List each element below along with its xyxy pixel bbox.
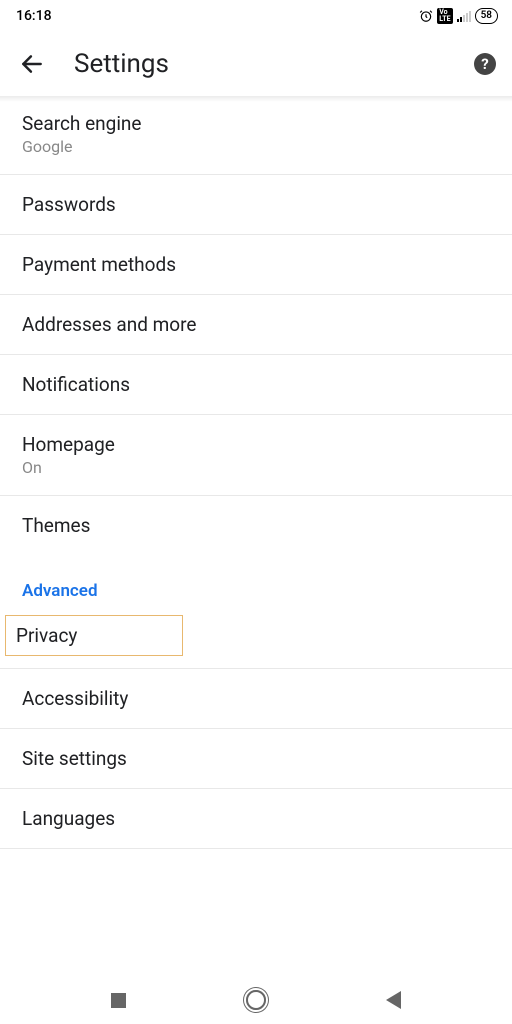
settings-list: Search engine Google Passwords Payment m… (0, 96, 512, 976)
recent-apps-button[interactable] (99, 980, 139, 1020)
system-nav-bar (0, 976, 512, 1024)
item-title: Accessibility (22, 687, 490, 710)
question-mark-icon: ? (481, 55, 488, 73)
volte-icon: VoLTE (437, 8, 452, 24)
status-indicators: VoLTE 58 (419, 8, 498, 24)
item-title: Payment methods (22, 253, 490, 276)
list-item-notifications[interactable]: Notifications (0, 355, 512, 415)
list-item-privacy-wrapper: Privacy (0, 615, 512, 669)
list-item-addresses[interactable]: Addresses and more (0, 295, 512, 355)
circle-icon (246, 990, 266, 1010)
item-title: Themes (22, 514, 490, 537)
status-time: 16:18 (16, 8, 52, 24)
item-subtitle: On (22, 458, 490, 477)
list-item-search-engine[interactable]: Search engine Google (0, 102, 512, 175)
item-title: Homepage (22, 433, 490, 456)
item-title: Passwords (22, 193, 490, 216)
list-item-passwords[interactable]: Passwords (0, 175, 512, 235)
alarm-icon (419, 9, 433, 23)
item-title: Notifications (22, 373, 490, 396)
list-item-privacy[interactable]: Privacy (5, 615, 183, 656)
back-arrow-icon (19, 51, 45, 77)
app-bar: Settings ? (0, 32, 512, 96)
back-nav-button[interactable] (373, 980, 413, 1020)
help-button[interactable]: ? (474, 53, 496, 75)
battery-indicator: 58 (475, 8, 498, 24)
list-item-homepage[interactable]: Homepage On (0, 415, 512, 496)
item-title: Languages (22, 807, 490, 830)
item-subtitle: Google (22, 137, 490, 156)
list-item-languages[interactable]: Languages (0, 789, 512, 849)
triangle-icon (386, 991, 401, 1009)
item-title: Site settings (22, 747, 490, 770)
list-item-payment-methods[interactable]: Payment methods (0, 235, 512, 295)
signal-icon (457, 10, 471, 22)
item-title: Privacy (16, 624, 172, 647)
square-icon (111, 993, 126, 1008)
list-item-accessibility[interactable]: Accessibility (0, 669, 512, 729)
item-title: Search engine (22, 112, 490, 135)
list-item-site-settings[interactable]: Site settings (0, 729, 512, 789)
home-button[interactable] (236, 980, 276, 1020)
page-title: Settings (74, 49, 474, 79)
status-bar: 16:18 VoLTE 58 (0, 0, 512, 32)
item-title: Addresses and more (22, 313, 490, 336)
list-item-themes[interactable]: Themes (0, 496, 512, 555)
section-header-advanced: Advanced (0, 555, 512, 615)
back-button[interactable] (12, 44, 52, 84)
